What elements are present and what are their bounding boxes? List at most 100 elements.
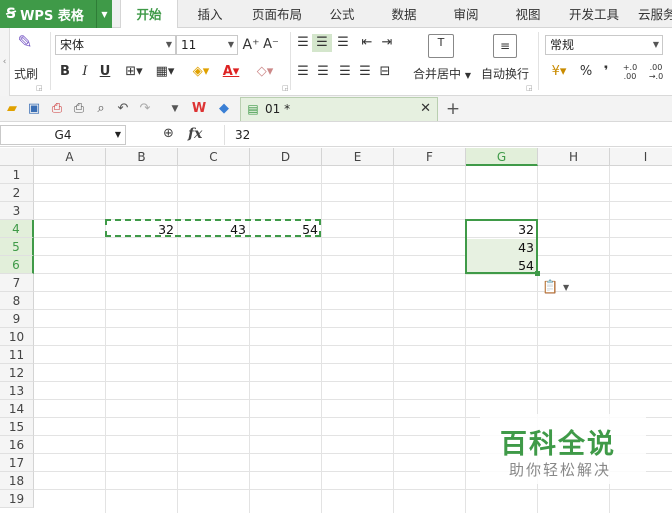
font-name-select[interactable]: 宋体 ▼ bbox=[55, 35, 176, 55]
row-header-5[interactable]: 5 bbox=[0, 238, 34, 256]
number-format-select[interactable]: 常规 ▼ bbox=[545, 35, 663, 55]
tab-data[interactable]: 数据 bbox=[382, 0, 426, 28]
distributed-align-icon[interactable]: ⊟ bbox=[376, 63, 394, 81]
zoom-search-icon[interactable]: ⊕ bbox=[163, 126, 174, 141]
row-header-19[interactable]: 19 bbox=[0, 490, 34, 508]
clear-format-icon[interactable]: ◇▾ bbox=[252, 63, 278, 81]
column-header-a[interactable]: A bbox=[34, 148, 106, 166]
row-header-16[interactable]: 16 bbox=[0, 436, 34, 454]
column-header-e[interactable]: E bbox=[322, 148, 394, 166]
new-tab-icon[interactable]: + bbox=[444, 100, 462, 118]
chevron-down-icon[interactable]: ▼ bbox=[96, 0, 112, 28]
tab-review[interactable]: 审阅 bbox=[444, 0, 488, 28]
row-header-18[interactable]: 18 bbox=[0, 472, 34, 490]
underline-icon[interactable]: U bbox=[98, 63, 112, 81]
column-header-d[interactable]: D bbox=[250, 148, 322, 166]
merge-center-icon[interactable]: T bbox=[428, 34, 454, 58]
currency-format-icon[interactable]: ¥▾ bbox=[546, 63, 572, 81]
align-top-icon[interactable]: ☰ bbox=[294, 34, 312, 52]
row-header-3[interactable]: 3 bbox=[0, 202, 34, 220]
row-header-8[interactable]: 8 bbox=[0, 292, 34, 310]
row-header-6[interactable]: 6 bbox=[0, 256, 34, 274]
font-grow-icon[interactable]: A⁺ bbox=[242, 36, 260, 54]
wps-docer-icon[interactable]: W bbox=[190, 100, 208, 118]
cloud-cube-icon[interactable]: ◆ bbox=[215, 100, 233, 118]
font-launcher-icon[interactable]: ◲ bbox=[282, 84, 289, 92]
font-shrink-icon[interactable]: A⁻ bbox=[262, 36, 280, 54]
decrease-decimal-icon[interactable]: .00 →.0 bbox=[646, 63, 666, 81]
tab-cloud-service[interactable]: 云服务 bbox=[638, 0, 672, 28]
customize-toolbar-icon[interactable]: ▼ bbox=[166, 100, 184, 118]
row-header-12[interactable]: 12 bbox=[0, 364, 34, 382]
select-all-corner[interactable] bbox=[0, 148, 34, 166]
increase-indent-icon[interactable]: ⇥ bbox=[378, 34, 396, 52]
font-color-icon[interactable]: A▾ bbox=[218, 63, 244, 81]
decrease-indent-icon[interactable]: ⇤ bbox=[358, 34, 376, 52]
tab-page-layout[interactable]: 页面布局 bbox=[246, 0, 308, 28]
borders-icon[interactable]: ⊞▾ bbox=[122, 63, 146, 81]
print-preview-icon[interactable]: ⌕ bbox=[92, 100, 110, 118]
wrap-text-button[interactable]: 自动换行 bbox=[481, 65, 529, 82]
row-header-14[interactable]: 14 bbox=[0, 400, 34, 418]
tab-home[interactable]: 开始 bbox=[120, 0, 178, 29]
formula-input[interactable]: 32 bbox=[224, 125, 672, 145]
comma-style-button[interactable]: ❜ bbox=[600, 63, 612, 81]
align-left-icon[interactable]: ☰ bbox=[294, 63, 312, 81]
column-header-c[interactable]: C bbox=[178, 148, 250, 166]
tab-formulas[interactable]: 公式 bbox=[320, 0, 364, 28]
open-folder-icon[interactable]: ▰ bbox=[3, 100, 21, 118]
undo-icon[interactable]: ↶ bbox=[114, 100, 132, 118]
column-header-g[interactable]: G bbox=[466, 148, 538, 166]
print-icon[interactable]: ⎙ bbox=[70, 100, 88, 118]
alignment-launcher-icon[interactable]: ◲ bbox=[526, 84, 533, 92]
justify-icon[interactable]: ☰ bbox=[356, 63, 374, 81]
align-right-icon[interactable]: ☰ bbox=[336, 63, 354, 81]
bold-icon[interactable]: B bbox=[58, 63, 72, 81]
wps-spreadsheet-window: Ꞩ WPS 表格 ▼ 开始 插入 页面布局 公式 数据 审阅 视图 开发工具 云… bbox=[0, 0, 672, 513]
column-header-i[interactable]: I bbox=[610, 148, 672, 166]
ribbon-scroll-left-icon[interactable]: ‹ bbox=[0, 28, 10, 96]
redo-icon[interactable]: ↷ bbox=[136, 100, 154, 118]
percent-format-button[interactable]: % bbox=[578, 63, 594, 81]
row-header-1[interactable]: 1 bbox=[0, 166, 34, 184]
merge-center-button[interactable]: 合并居中 ▼ bbox=[413, 65, 471, 82]
column-header-h[interactable]: H bbox=[538, 148, 610, 166]
tab-insert[interactable]: 插入 bbox=[186, 0, 234, 28]
column-header-b[interactable]: B bbox=[106, 148, 178, 166]
align-center-icon[interactable]: ☰ bbox=[314, 63, 332, 81]
row-header-7[interactable]: 7 bbox=[0, 274, 34, 292]
row-header-11[interactable]: 11 bbox=[0, 346, 34, 364]
row-header-9[interactable]: 9 bbox=[0, 310, 34, 328]
align-bottom-icon[interactable]: ☰ bbox=[334, 34, 352, 52]
export-pdf-icon[interactable]: ⎙ bbox=[48, 100, 66, 118]
row-header-10[interactable]: 10 bbox=[0, 328, 34, 346]
font-size-select[interactable]: 11 ▼ bbox=[176, 35, 238, 55]
row-header-17[interactable]: 17 bbox=[0, 454, 34, 472]
document-tab[interactable]: ▤ 01 * ✕ bbox=[240, 97, 438, 121]
fill-handle[interactable] bbox=[535, 271, 540, 276]
save-icon[interactable]: ▣ bbox=[25, 100, 43, 118]
chevron-down-icon[interactable]: ▼ bbox=[563, 283, 569, 292]
fill-color-icon[interactable]: ◈▾ bbox=[188, 63, 214, 81]
format-painter-icon[interactable]: ✎ bbox=[14, 34, 36, 56]
format-painter-button[interactable]: 式刷 bbox=[14, 65, 38, 82]
row-header-13[interactable]: 13 bbox=[0, 382, 34, 400]
increase-decimal-icon[interactable]: +.0.00 bbox=[620, 63, 640, 81]
row-header-4[interactable]: 4 bbox=[0, 220, 34, 238]
gridline bbox=[34, 327, 672, 328]
name-box[interactable]: G4 ▼ bbox=[0, 125, 126, 145]
row-header-15[interactable]: 15 bbox=[0, 418, 34, 436]
row-header-2[interactable]: 2 bbox=[0, 184, 34, 202]
italic-icon[interactable]: I bbox=[78, 63, 92, 81]
tab-view[interactable]: 视图 bbox=[506, 0, 550, 28]
insert-function-button[interactable]: fx bbox=[188, 126, 202, 142]
tab-developer[interactable]: 开发工具 bbox=[564, 0, 624, 28]
wrap-text-icon[interactable]: ≡ bbox=[493, 34, 517, 58]
column-header-f[interactable]: F bbox=[394, 148, 466, 166]
app-menu-button[interactable]: Ꞩ WPS 表格 ▼ bbox=[0, 0, 112, 28]
close-icon[interactable]: ✕ bbox=[420, 101, 431, 116]
align-middle-icon[interactable]: ☰ bbox=[312, 34, 332, 52]
paste-options-icon[interactable]: 📋 bbox=[542, 280, 558, 295]
clipboard-launcher-icon[interactable]: ◲ bbox=[36, 84, 43, 92]
cell-style-icon[interactable]: ▦▾ bbox=[152, 63, 178, 81]
